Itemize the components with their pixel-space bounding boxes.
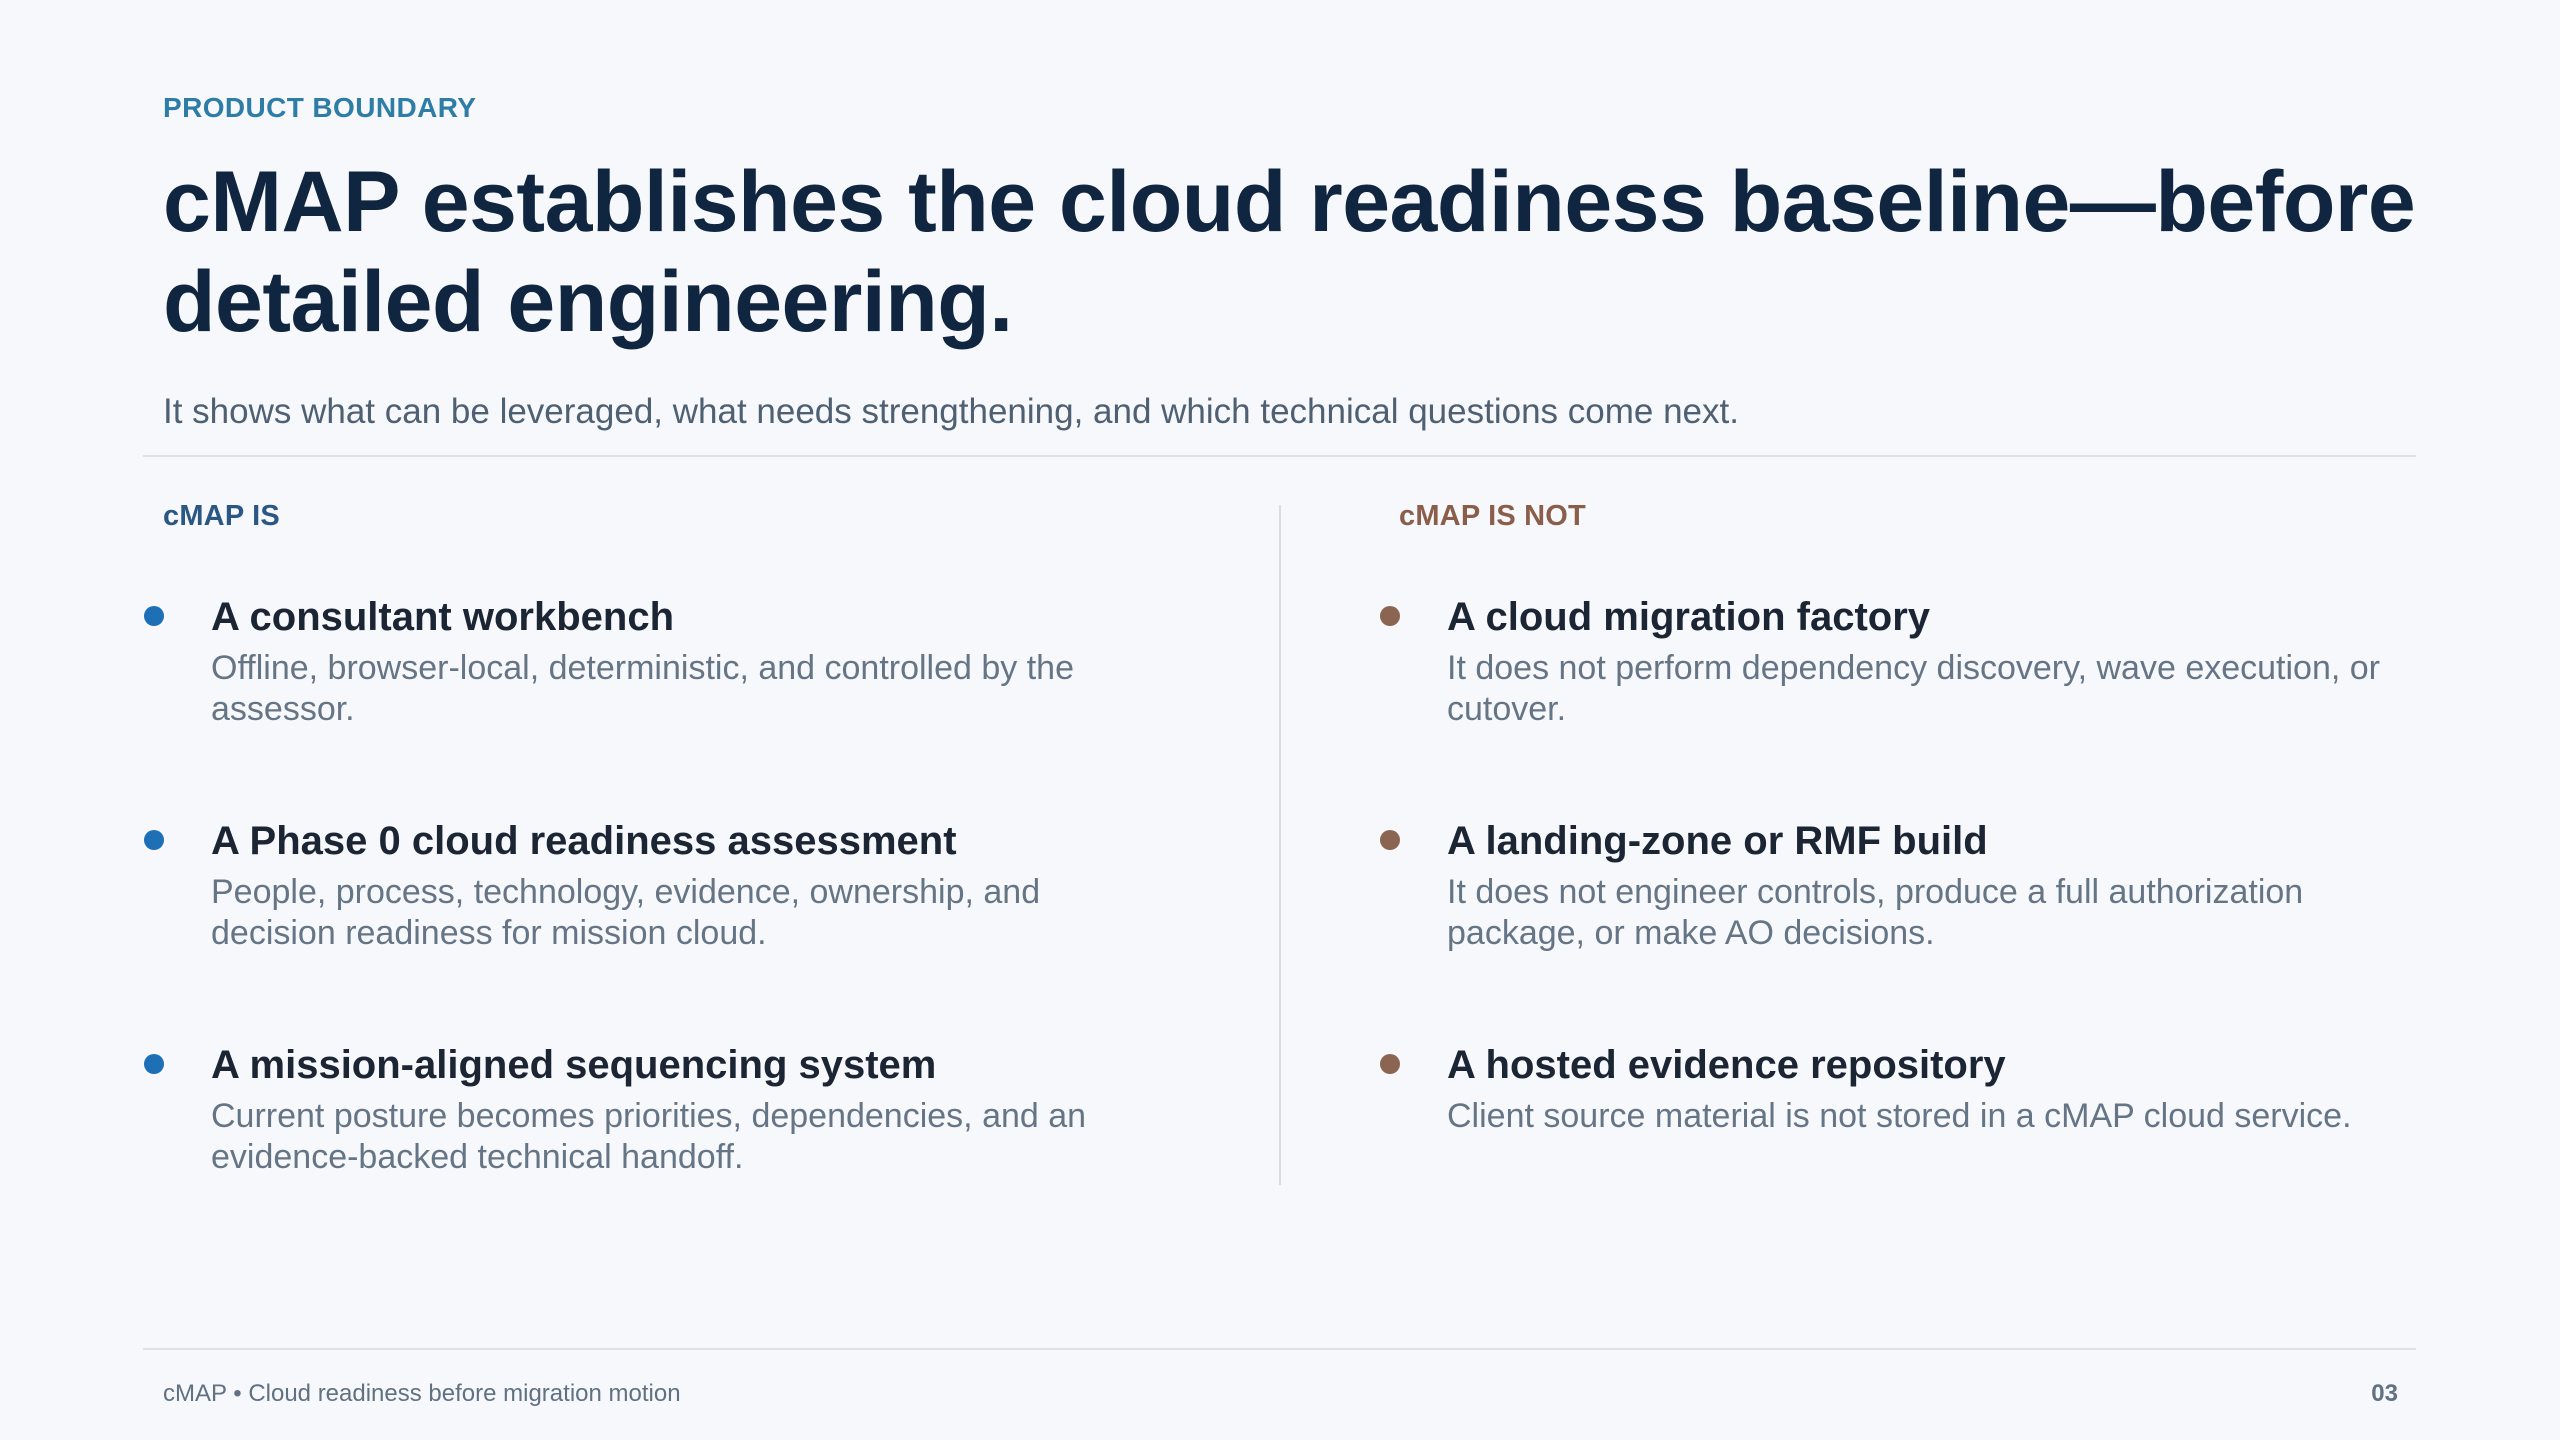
- slide: PRODUCT BOUNDARY cMAP establishes the cl…: [0, 0, 2560, 1440]
- item-title: A consultant workbench: [211, 595, 675, 639]
- page-subtitle: It shows what can be leveraged, what nee…: [163, 392, 1739, 431]
- page-title: cMAP establishes the cloud readiness bas…: [163, 154, 2416, 350]
- item-description: It does not engineer controls, produce a…: [1447, 873, 2304, 952]
- is-item-consultant-workbench: A consultant workbench Offline, browser-…: [144, 592, 1171, 730]
- item-title: A cloud migration factory: [1447, 595, 1931, 639]
- bullet-dot-icon: [144, 830, 164, 850]
- is-not-column-heading: cMAP IS NOT: [1399, 500, 1586, 532]
- is-column-heading: cMAP IS: [163, 500, 280, 532]
- item-title: A hosted evidence repository: [1447, 1043, 2006, 1087]
- bullet-dot-icon: [144, 606, 164, 626]
- column-divider: [1279, 505, 1281, 1185]
- top-divider: [143, 455, 2416, 457]
- item-description: It does not perform dependency discovery…: [1447, 649, 2380, 728]
- is-not-item-evidence-repository: A hosted evidence repository Client sour…: [1380, 1040, 2407, 1137]
- eyebrow-label: PRODUCT BOUNDARY: [163, 92, 477, 123]
- is-not-item-migration-factory: A cloud migration factory It does not pe…: [1380, 592, 2407, 730]
- footer-divider: [143, 1348, 2416, 1350]
- is-item-sequencing-system: A mission-aligned sequencing system Curr…: [144, 1040, 1171, 1178]
- item-description: Client source material is not stored in …: [1447, 1097, 2352, 1135]
- item-description: Current posture becomes priorities, depe…: [211, 1097, 1087, 1176]
- bullet-dot-icon: [1380, 1054, 1400, 1074]
- bullet-dot-icon: [144, 1054, 164, 1074]
- footer-caption: cMAP • Cloud readiness before migration …: [163, 1380, 681, 1407]
- item-description: Offline, browser-local, deterministic, a…: [211, 649, 1074, 728]
- page-number: 03: [2371, 1380, 2398, 1407]
- bullet-dot-icon: [1380, 830, 1400, 850]
- is-not-item-landing-zone: A landing-zone or RMF build It does not …: [1380, 816, 2407, 954]
- bullet-dot-icon: [1380, 606, 1400, 626]
- item-title: A Phase 0 cloud readiness assessment: [211, 819, 957, 863]
- item-title: A mission-aligned sequencing system: [211, 1043, 937, 1087]
- item-title: A landing-zone or RMF build: [1447, 819, 1988, 863]
- item-description: People, process, technology, evidence, o…: [211, 873, 1041, 952]
- is-item-phase0-assessment: A Phase 0 cloud readiness assessment Peo…: [144, 816, 1171, 954]
